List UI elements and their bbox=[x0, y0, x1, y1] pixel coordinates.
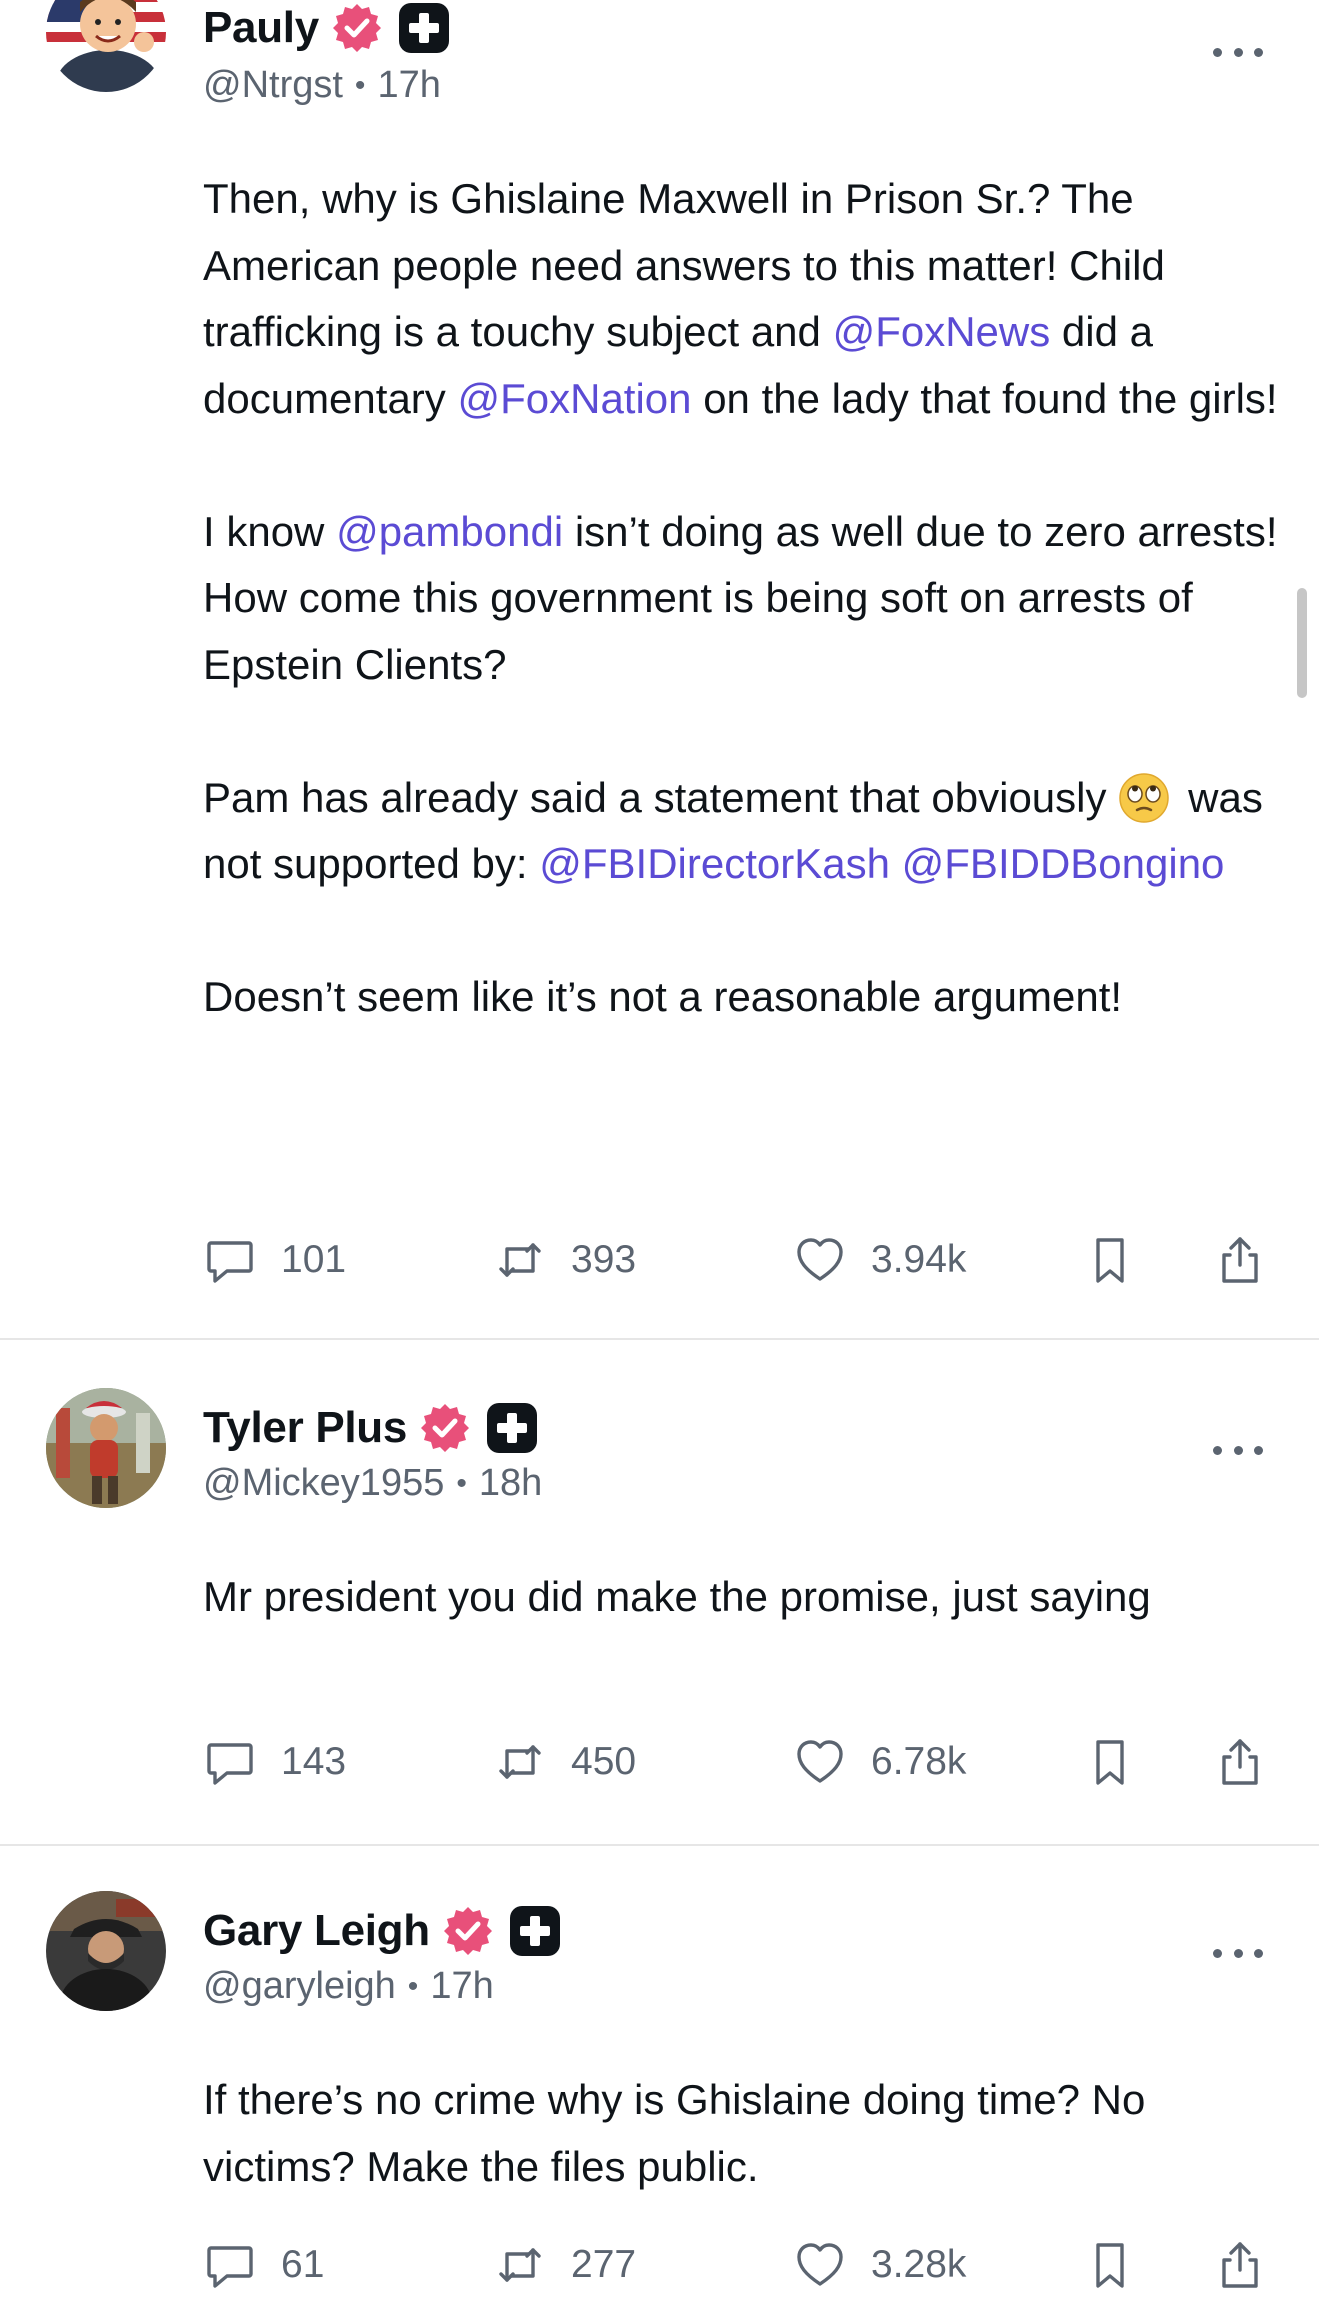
avatar[interactable] bbox=[46, 1388, 166, 1508]
repost-arrows-icon bbox=[493, 1233, 547, 1287]
bookmark-icon bbox=[1083, 2238, 1137, 2292]
heart-icon bbox=[793, 1233, 847, 1287]
post-header: Pauly bbox=[203, 0, 451, 58]
post-text: Mr president you did make the promise, j… bbox=[203, 1573, 1151, 1620]
post-body: Then, why is Ghislaine Maxwell in Prison… bbox=[203, 166, 1283, 1031]
post-text: Pam has already said a statement that ob… bbox=[203, 773, 1119, 821]
reply-button[interactable]: 61 bbox=[203, 2235, 324, 2295]
post-text: Doesn’t seem like it’s not a reasonable … bbox=[203, 973, 1123, 1020]
mention-link[interactable]: @pambondi bbox=[336, 508, 563, 555]
post-paragraph: If there’s no crime why is Ghislaine doi… bbox=[203, 2067, 1283, 2200]
author-name[interactable]: Tyler Plus bbox=[203, 1403, 407, 1453]
avatar[interactable] bbox=[46, 0, 166, 92]
author-handle[interactable]: @Ntrgst bbox=[203, 64, 343, 107]
reply-count: 61 bbox=[281, 2243, 325, 2286]
post-actions: 143 450 6.78k bbox=[203, 1732, 1283, 1792]
like-button[interactable]: 3.28k bbox=[793, 2235, 966, 2295]
share-upload-icon bbox=[1213, 1233, 1267, 1287]
author-name[interactable]: Pauly bbox=[203, 3, 319, 53]
mention-link[interactable]: @FBIDDBongino bbox=[902, 840, 1225, 887]
heart-icon bbox=[793, 2238, 847, 2292]
post-meta: @garyleigh • 17h bbox=[203, 1965, 494, 2008]
share-button[interactable] bbox=[1213, 1732, 1267, 1792]
plus-badge-icon bbox=[487, 1403, 538, 1453]
bookmark-button[interactable] bbox=[1083, 1230, 1137, 1290]
plus-badge-icon bbox=[509, 1906, 560, 1956]
post: Tyler Plus @Mickey1955 • 18h Mr presiden… bbox=[0, 1338, 1319, 1844]
post-paragraph: I know @pambondi isn’t doing as well due… bbox=[203, 499, 1283, 699]
like-count: 6.78k bbox=[871, 1740, 967, 1783]
post-text: I know bbox=[203, 507, 337, 555]
comment-bubble-icon bbox=[203, 2238, 257, 2292]
share-button[interactable] bbox=[1213, 1230, 1267, 1290]
mention-link[interactable]: @FoxNation bbox=[457, 375, 691, 422]
repost-button[interactable]: 277 bbox=[493, 2235, 636, 2295]
share-upload-icon bbox=[1213, 1735, 1267, 1789]
feed: Pauly @Ntrgst • 17h Then, why is Ghislai… bbox=[0, 0, 1319, 2315]
verified-badge-icon bbox=[332, 4, 381, 52]
scrollbar[interactable] bbox=[1297, 588, 1307, 698]
like-button[interactable]: 3.94k bbox=[793, 1230, 966, 1290]
comment-bubble-icon bbox=[203, 1233, 257, 1287]
bookmark-button[interactable] bbox=[1083, 1732, 1137, 1792]
verified-badge-icon bbox=[421, 1404, 470, 1452]
reply-button[interactable]: 101 bbox=[203, 1230, 346, 1290]
post-actions: 101 393 3.94k bbox=[203, 1230, 1283, 1290]
post-text: on the lady that found the girls! bbox=[691, 374, 1278, 422]
heart-icon bbox=[793, 1735, 847, 1789]
post-meta: @Mickey1955 • 18h bbox=[203, 1462, 542, 1505]
author-name[interactable]: Gary Leigh bbox=[203, 1906, 430, 1956]
post-paragraph: Mr president you did make the promise, j… bbox=[203, 1564, 1283, 1631]
post-text: If there’s no crime why is Ghislaine doi… bbox=[203, 2076, 1146, 2190]
like-button[interactable]: 6.78k bbox=[793, 1732, 966, 1792]
post-paragraph: Pam has already said a statement that ob… bbox=[203, 765, 1283, 898]
reply-count: 101 bbox=[281, 1238, 347, 1281]
post-actions: 61 277 3.28k bbox=[203, 2235, 1283, 2295]
face-with-rolling-eyes-emoji bbox=[1118, 772, 1170, 824]
comment-bubble-icon bbox=[203, 1735, 257, 1789]
mention-link[interactable]: @FBIDirectorKash bbox=[539, 840, 890, 887]
repost-count: 393 bbox=[571, 1238, 637, 1281]
post-paragraph: Then, why is Ghislaine Maxwell in Prison… bbox=[203, 166, 1283, 432]
post-meta: @Ntrgst • 17h bbox=[203, 64, 441, 107]
post-header: Tyler Plus bbox=[203, 1398, 539, 1458]
bookmark-button[interactable] bbox=[1083, 2235, 1137, 2295]
repost-button[interactable]: 393 bbox=[493, 1230, 636, 1290]
post-header: Gary Leigh bbox=[203, 1901, 562, 1961]
repost-count: 277 bbox=[571, 2243, 637, 2286]
more-horizontal-icon[interactable] bbox=[1213, 1946, 1263, 1960]
repost-button[interactable]: 450 bbox=[493, 1732, 636, 1792]
like-count: 3.94k bbox=[871, 1238, 967, 1281]
post: Gary Leigh @garyleigh • 17h If there’s n… bbox=[0, 1844, 1319, 2315]
reply-button[interactable]: 143 bbox=[203, 1732, 346, 1792]
avatar[interactable] bbox=[46, 1891, 166, 2011]
share-upload-icon bbox=[1213, 2238, 1267, 2292]
author-handle[interactable]: @Mickey1955 bbox=[203, 1462, 444, 1505]
separator-dot: • bbox=[407, 1969, 419, 2003]
post-text bbox=[890, 840, 902, 887]
repost-arrows-icon bbox=[493, 1735, 547, 1789]
bookmark-icon bbox=[1083, 1233, 1137, 1287]
author-handle[interactable]: @garyleigh bbox=[203, 1965, 396, 2008]
post-body: If there’s no crime why is Ghislaine doi… bbox=[203, 2067, 1283, 2200]
repost-count: 450 bbox=[571, 1740, 637, 1783]
reply-count: 143 bbox=[281, 1740, 347, 1783]
separator-dot: • bbox=[354, 68, 366, 102]
verified-badge-icon bbox=[443, 1907, 492, 1955]
bookmark-icon bbox=[1083, 1735, 1137, 1789]
post-time: 17h bbox=[430, 1965, 494, 2007]
share-button[interactable] bbox=[1213, 2235, 1267, 2295]
post: Pauly @Ntrgst • 17h Then, why is Ghislai… bbox=[0, 0, 1319, 1338]
post-time: 18h bbox=[478, 1462, 543, 1504]
post-paragraph: Doesn’t seem like it’s not a reasonable … bbox=[203, 964, 1283, 1031]
like-count: 3.28k bbox=[871, 2243, 967, 2286]
separator-dot: • bbox=[456, 1466, 467, 1500]
more-horizontal-icon[interactable] bbox=[1213, 1443, 1263, 1457]
mention-link[interactable]: @FoxNews bbox=[833, 308, 1051, 355]
post-time: 17h bbox=[377, 64, 441, 106]
more-horizontal-icon[interactable] bbox=[1213, 45, 1263, 59]
repost-arrows-icon bbox=[493, 2238, 547, 2292]
post-body: Mr president you did make the promise, j… bbox=[203, 1564, 1283, 1631]
plus-badge-icon bbox=[398, 3, 449, 53]
